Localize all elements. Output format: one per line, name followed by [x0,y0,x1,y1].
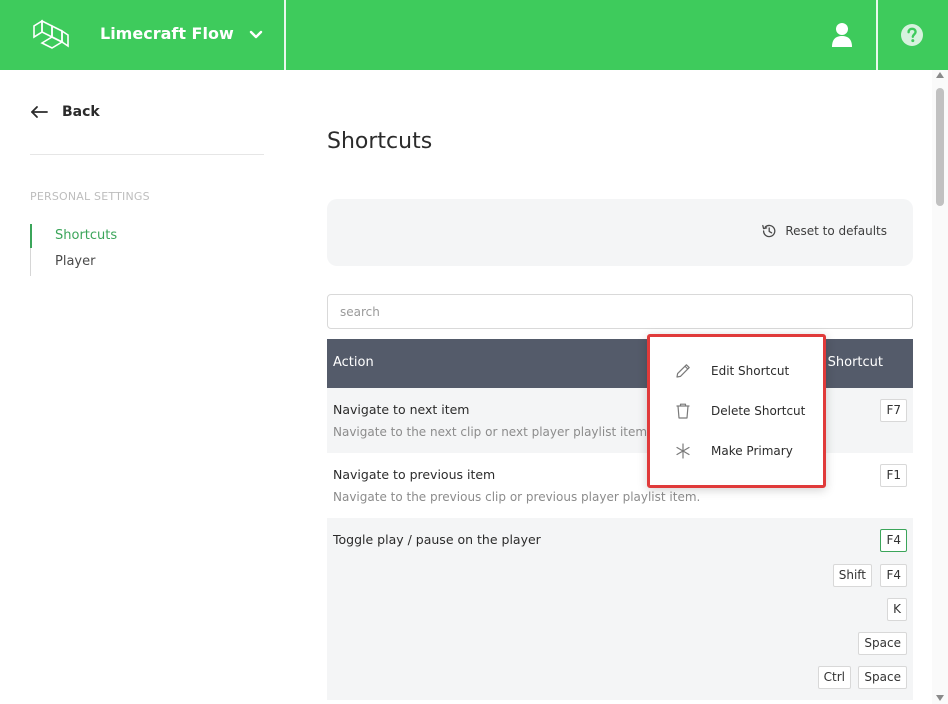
sidebar-nav: Shortcuts Player [29,224,117,276]
menu-item-label: Delete Shortcut [711,404,806,418]
shortcut-context-menu: Edit Shortcut Delete Shortcut Make Prima… [647,334,826,488]
make-primary-menu-item[interactable]: Make Primary [650,433,823,469]
sidebar-item-shortcuts[interactable]: Shortcuts [29,224,117,250]
shortcut-key[interactable]: K [887,598,907,621]
reset-to-defaults-button[interactable]: Reset to defaults [761,223,887,239]
shortcut-key[interactable]: Space [858,666,907,689]
back-link[interactable]: Back [30,102,100,122]
workspace-switcher[interactable]: Limecraft Flow [0,0,284,70]
table-row[interactable]: Toggle play / pause on the player F4 Shi… [327,518,913,700]
asterisk-icon [676,443,690,459]
vertical-scrollbar[interactable] [932,70,948,704]
column-header-action: Action [333,355,374,370]
chevron-down-icon[interactable] [248,27,264,43]
history-icon [762,224,776,238]
scroll-up-arrow-icon[interactable] [936,72,944,78]
menu-item-label: Edit Shortcut [711,364,790,378]
sidebar-divider [30,154,264,155]
shortcut-key[interactable]: Shift [832,564,872,587]
page-title: Shortcuts [327,129,433,154]
action-title: Navigate to next item [333,402,470,417]
header-divider [284,0,286,70]
trash-icon [676,403,690,419]
shortcut-key[interactable]: Ctrl [817,666,851,689]
menu-item-label: Make Primary [711,444,793,458]
pencil-icon [676,364,690,378]
user-icon[interactable] [830,22,854,48]
scroll-down-arrow-icon[interactable] [936,695,944,701]
shortcut-key[interactable]: F4 [880,564,907,587]
arrow-left-icon [31,106,48,118]
action-title: Toggle play / pause on the player [333,532,541,547]
search-input[interactable] [327,294,913,329]
shortcut-key-primary[interactable]: F4 [880,529,907,552]
workspace-name: Limecraft Flow [100,24,234,43]
action-description: Navigate to the next clip or next player… [333,425,651,439]
back-label: Back [62,104,100,120]
delete-shortcut-menu-item[interactable]: Delete Shortcut [650,393,823,429]
sidebar-item-player[interactable]: Player [31,250,117,276]
sidebar-section-heading: PERSONAL SETTINGS [30,190,150,203]
top-bar: Limecraft Flow [0,0,948,70]
reset-panel: Reset to defaults [327,199,913,266]
shortcut-key[interactable]: Space [858,632,907,655]
action-description: Navigate to the previous clip or previou… [333,490,701,504]
scrollbar-thumb[interactable] [936,88,944,206]
header-divider [876,0,878,70]
reset-label: Reset to defaults [785,224,887,238]
column-header-shortcut: Shortcut [827,355,883,370]
edit-shortcut-menu-item[interactable]: Edit Shortcut [650,353,823,389]
shortcut-key[interactable]: F7 [880,399,907,422]
action-title: Navigate to previous item [333,467,496,482]
shortcut-key[interactable]: F1 [880,464,907,487]
limecraft-logo-icon [33,19,69,49]
help-icon[interactable] [900,23,924,47]
